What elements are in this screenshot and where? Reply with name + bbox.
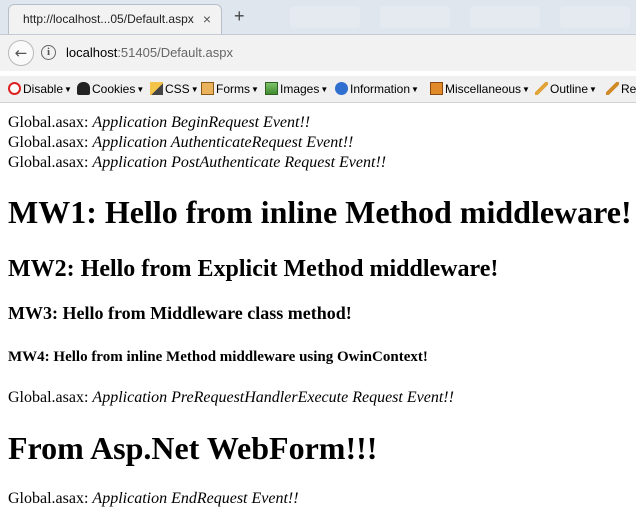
toolbar-cookies[interactable]: Cookies▼ [77,81,144,97]
background-tab-placeholder [290,6,360,28]
outline-icon [535,82,548,95]
webform-heading: From Asp.Net WebForm!!! [8,430,378,466]
toolbar-outline[interactable]: Outline▼ [535,81,597,97]
close-icon[interactable]: × [203,11,211,27]
plus-icon[interactable]: + [234,6,245,27]
mw1-heading: MW1: Hello from inline Method middleware… [8,194,632,230]
miscellaneous-icon [430,82,443,95]
toolbar-label: Information [350,82,411,96]
event-line: Global.asax: Application AuthenticateReq… [8,133,353,153]
toolbar-forms[interactable]: Forms▼ [201,81,259,97]
toolbar-label: Outline [550,82,589,96]
toolbar-label: Disable [23,82,64,96]
browser-tab[interactable]: http://localhost...05/Default.aspx × [8,4,222,34]
toolbar-label: Miscellaneous [445,82,522,96]
toolbar-information[interactable]: Information▼ [335,81,419,97]
url-port: :51405 [117,45,158,60]
event-text: Application PreRequestHandlerExecute Req… [92,389,454,406]
resize-icon [606,82,619,95]
cookies-icon [77,82,90,95]
event-text: Application EndRequest Event!! [92,490,299,507]
css-icon [150,82,163,95]
toolbar-label: Res [621,82,636,96]
event-line: Global.asax: Application EndRequest Even… [8,489,299,509]
event-prefix: Global.asax: [8,114,93,131]
event-line: Global.asax: Application PostAuthenticat… [8,153,386,173]
navigation-bar: ← i localhost:51405/Default.aspx [0,35,636,71]
background-tab-placeholder [470,6,540,28]
address-bar[interactable]: localhost:51405/Default.aspx [66,45,233,60]
tab-strip: http://localhost...05/Default.aspx × + [0,0,636,35]
event-text: Application BeginRequest Event!! [92,114,311,131]
event-text: Application PostAuthenticate Request Eve… [92,154,387,171]
forms-icon [201,82,214,95]
toolbar-resize[interactable]: Res [606,81,636,97]
toolbar-disable[interactable]: Disable▼ [8,81,72,97]
toolbar-label: CSS [165,82,190,96]
toolbar-css[interactable]: CSS▼ [150,81,199,97]
toolbar-label: Forms [216,82,250,96]
url-host: localhost [66,45,118,60]
url-path: /Default.aspx [157,45,233,60]
web-developer-toolbar: Disable▼ Cookies▼ CSS▼ Forms▼ Images▼ In… [0,76,636,103]
disable-icon [8,82,21,95]
event-prefix: Global.asax: [8,154,93,171]
mw3-heading: MW3: Hello from Middleware class method! [8,303,352,323]
information-icon [335,82,348,95]
background-tab-placeholder [380,6,450,28]
mw4-heading: MW4: Hello from inline Method middleware… [8,349,428,365]
toolbar-label: Cookies [92,82,136,96]
images-icon [265,82,278,95]
background-tab-placeholder [560,6,630,28]
event-line: Global.asax: Application BeginRequest Ev… [8,113,310,133]
event-line: Global.asax: Application PreRequestHandl… [8,388,454,408]
toolbar-images[interactable]: Images▼ [265,81,328,97]
info-icon[interactable]: i [41,45,56,60]
back-arrow-icon[interactable]: ← [8,40,34,66]
event-prefix: Global.asax: [8,134,93,151]
mw2-heading: MW2: Hello from Explicit Method middlewa… [8,256,499,282]
event-prefix: Global.asax: [8,490,93,507]
event-text: Application AuthenticateRequest Event!! [92,134,354,151]
toolbar-label: Images [280,82,320,96]
event-prefix: Global.asax: [8,389,93,406]
tab-title: http://localhost...05/Default.aspx [23,12,194,26]
toolbar-miscellaneous[interactable]: Miscellaneous▼ [430,81,530,97]
